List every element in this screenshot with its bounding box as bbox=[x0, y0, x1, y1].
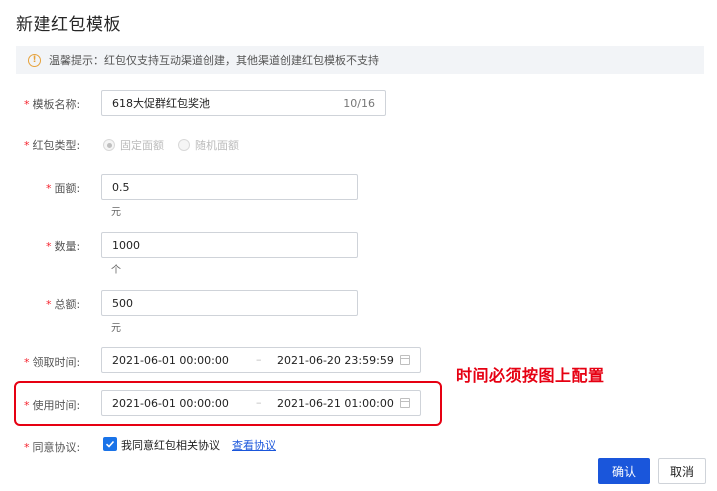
cancel-button[interactable]: 取消 bbox=[658, 458, 706, 484]
quantity-value: 1000 bbox=[112, 238, 140, 252]
char-count: 10/16 bbox=[343, 96, 375, 110]
check-icon bbox=[105, 440, 115, 448]
quantity-label: * 数量: bbox=[46, 238, 80, 254]
claim-time-label-text: 领取时间: bbox=[32, 356, 81, 369]
annotation-text: 时间必须按图上配置 bbox=[456, 366, 605, 385]
required-star: * bbox=[24, 356, 30, 369]
packet-type-label: * 红包类型: bbox=[24, 137, 80, 153]
template-name-label: * 模板名称: bbox=[24, 96, 80, 112]
required-star: * bbox=[24, 98, 30, 111]
required-star: * bbox=[46, 240, 52, 253]
radio-dot bbox=[103, 139, 115, 151]
template-name-label-text: 模板名称: bbox=[32, 98, 81, 111]
quantity-label-text: 数量: bbox=[54, 240, 81, 253]
info-circle-icon: ! bbox=[28, 53, 41, 67]
required-star: * bbox=[46, 182, 52, 195]
range-separator: – bbox=[256, 353, 262, 366]
notice-text: 温馨提示：红包仅支持互动渠道创建，其他渠道创建红包模板不支持 bbox=[49, 54, 379, 67]
denomination-unit: 元 bbox=[111, 207, 121, 218]
required-star: * bbox=[46, 298, 52, 311]
template-name-value: 618大促群红包奖池 bbox=[112, 97, 210, 110]
view-agreement-link[interactable]: 查看协议 bbox=[232, 437, 276, 453]
claim-time-label: * 领取时间: bbox=[24, 354, 80, 370]
required-star: * bbox=[24, 441, 30, 454]
agreement-text: 我同意红包相关协议 bbox=[121, 439, 220, 452]
total-label-text: 总额: bbox=[54, 298, 81, 311]
confirm-button[interactable]: 确认 bbox=[598, 458, 650, 484]
claim-time-range-picker[interactable]: 2021-06-01 00:00:00 – 2021-06-20 23:59:5… bbox=[101, 347, 421, 373]
page-title: 新建红包模板 bbox=[16, 15, 121, 35]
total-input[interactable]: 500 bbox=[101, 290, 358, 316]
denomination-label: * 面额: bbox=[46, 180, 80, 196]
denomination-input[interactable]: 0.5 bbox=[101, 174, 358, 200]
required-star: * bbox=[24, 139, 30, 152]
denomination-value: 0.5 bbox=[112, 180, 130, 194]
highlight-box bbox=[14, 381, 442, 426]
total-unit: 元 bbox=[111, 323, 121, 334]
radio-fixed-label: 固定面额 bbox=[120, 139, 164, 152]
agreement-label-text: 同意协议: bbox=[32, 441, 81, 454]
claim-time-end: 2021-06-20 23:59:59 bbox=[277, 354, 394, 367]
template-name-input[interactable]: 618大促群红包奖池 10/16 bbox=[101, 90, 386, 116]
claim-time-start: 2021-06-01 00:00:00 bbox=[112, 354, 229, 367]
notice-bar: ! 温馨提示：红包仅支持互动渠道创建，其他渠道创建红包模板不支持 bbox=[16, 46, 704, 74]
agreement-label: * 同意协议: bbox=[24, 439, 80, 455]
radio-fixed[interactable]: 固定面额 bbox=[103, 137, 164, 153]
radio-dot bbox=[178, 139, 190, 151]
packet-type-radio-group: 固定面额 随机面额 bbox=[103, 137, 253, 153]
radio-random-label: 随机面额 bbox=[195, 139, 239, 152]
denomination-label-text: 面额: bbox=[54, 182, 81, 195]
calendar-icon[interactable] bbox=[400, 355, 410, 365]
total-label: * 总额: bbox=[46, 296, 80, 312]
quantity-input[interactable]: 1000 bbox=[101, 232, 358, 258]
packet-type-label-text: 红包类型: bbox=[32, 139, 81, 152]
total-value: 500 bbox=[112, 296, 133, 310]
agreement-checkbox[interactable] bbox=[103, 437, 117, 451]
radio-random[interactable]: 随机面额 bbox=[178, 137, 239, 153]
quantity-unit: 个 bbox=[111, 265, 121, 276]
